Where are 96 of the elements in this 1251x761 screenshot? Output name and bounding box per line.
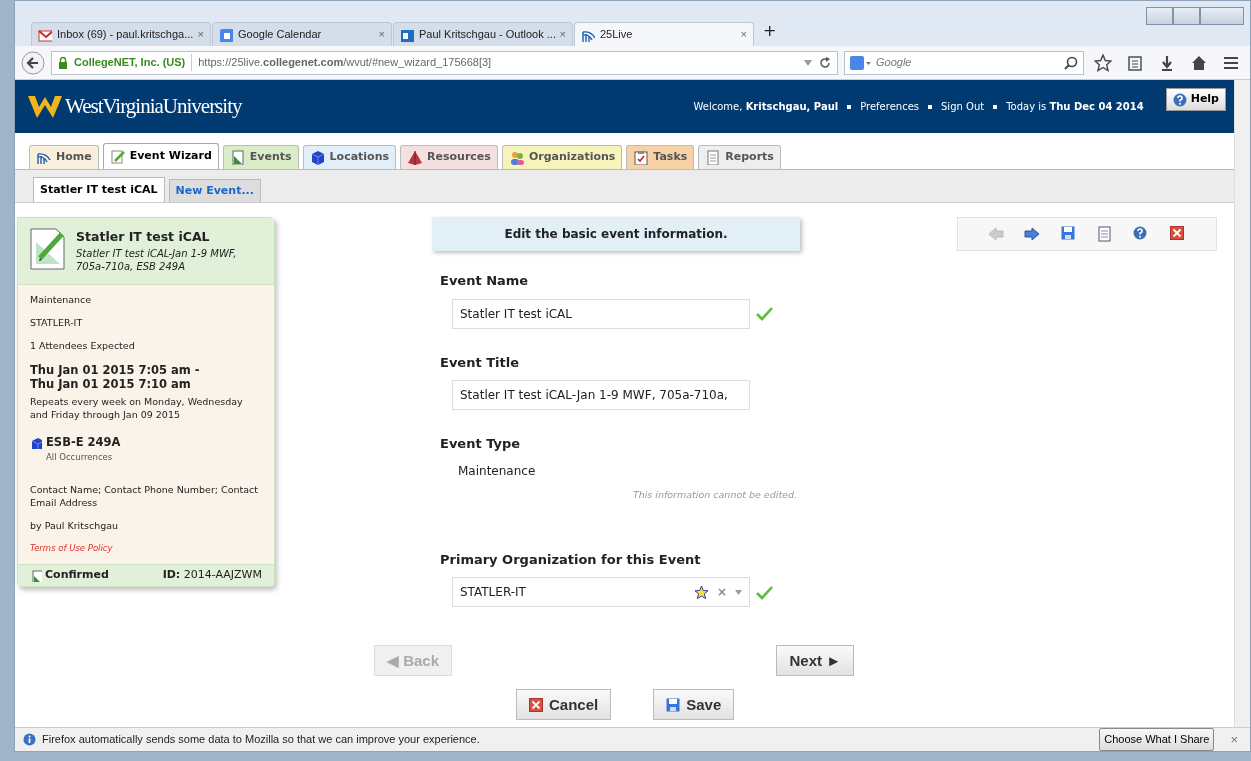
new-tab-button[interactable]: + (755, 19, 785, 46)
close-icon[interactable] (1169, 226, 1186, 242)
browser-tab[interactable]: Inbox (69) - paul.kritschga... × (31, 22, 211, 46)
event-id: ID: 2014-AAJZWM (162, 567, 262, 584)
module-tab[interactable]: Locations (302, 145, 397, 169)
repeat-text: Repeats every week on Monday, Wednesday and Friday through Jan 09 2015 (30, 396, 244, 422)
scrollbar[interactable] (1234, 80, 1250, 727)
module-tab[interactable]: Event Wizard (102, 143, 219, 169)
rays-icon (36, 150, 51, 165)
header-link[interactable]: Sign Out (941, 99, 985, 114)
help-button[interactable]: Help (1165, 88, 1226, 111)
read-only-note: This information cannot be edited. (631, 487, 797, 502)
star-icon[interactable] (1094, 53, 1112, 72)
field-label: Event Name (440, 272, 530, 290)
text-field[interactable]: Statler IT test iCAL (452, 298, 750, 329)
cube-icon (30, 436, 42, 449)
maximize-button[interactable] (1173, 7, 1200, 25)
mail-icon (38, 27, 52, 42)
clipboard-icon (633, 150, 649, 165)
url-text: https://25live.collegenet.com/wvut/#new_wizard_175668[3] (198, 55, 493, 71)
text-field[interactable]: Statler IT test iCAL-Jan 1-9 MWF, 705a-710a, (452, 380, 750, 410)
reading-list-icon[interactable] (1126, 53, 1144, 72)
date-time-text: Thu Jan 01 2015 7:05 am - (30, 362, 201, 378)
module-tab[interactable]: Home (29, 145, 99, 169)
caret-icon[interactable] (735, 589, 742, 595)
tab-close-button[interactable]: × (378, 26, 385, 43)
event-title: Statler IT test iCAL (76, 228, 211, 246)
report-icon (705, 150, 721, 165)
minimize-button[interactable] (1146, 7, 1173, 25)
tab-close-button[interactable]: × (740, 26, 747, 43)
organization-select[interactable]: STATLER-IT × (452, 577, 750, 608)
reload-icon[interactable] (819, 56, 831, 69)
event-tab[interactable]: New Event... (168, 179, 261, 202)
field-label: Event Type (440, 435, 522, 453)
nav-button[interactable]: Next ► (776, 645, 854, 677)
document-icon[interactable] (1097, 226, 1114, 242)
location-text: ESB-E 249A (46, 434, 121, 451)
browser-tab[interactable]: Paul Kritschgau - Outlook ... × (393, 22, 573, 46)
organization-text: STATLER-IT (30, 316, 84, 330)
field-label: Primary Organization for this Event (440, 550, 702, 569)
close-button[interactable]: × (1230, 729, 1238, 750)
page-icon (229, 150, 245, 165)
event-tab[interactable]: Statler IT test iCAL (33, 177, 165, 202)
arrow-right-icon[interactable] (1024, 226, 1041, 242)
info-icon (23, 733, 36, 746)
pencil-icon (109, 149, 125, 164)
logo-text: WestVirginiaUniversity (65, 92, 242, 120)
clear-button[interactable]: × (716, 583, 727, 602)
close-button[interactable] (1200, 7, 1244, 25)
site-identity: CollegeNET, Inc. (US) (74, 54, 193, 71)
cube-icon (309, 150, 325, 165)
field-label: Event Title (440, 353, 520, 372)
help-icon (1172, 92, 1187, 107)
status-text: Confirmed (45, 567, 109, 584)
tab-close-button[interactable]: × (559, 26, 566, 43)
module-tab[interactable]: Tasks (626, 145, 695, 169)
back-icon[interactable] (21, 50, 45, 75)
module-tab[interactable]: Organizations (501, 145, 623, 169)
field-value: Maintenance (458, 462, 537, 480)
tile-icon (400, 27, 414, 42)
location-note: All Occurrences (46, 451, 114, 464)
attendees-text: 1 Attendees Expected (30, 339, 136, 354)
home-icon[interactable] (1190, 53, 1208, 72)
lock-icon (58, 56, 68, 69)
save-button[interactable]: Save (653, 689, 735, 721)
event-subtitle: Statler IT test iCAL-Jan 1-9 MWF, 705a-710a, ESB 249A (76, 246, 238, 274)
close-icon (529, 697, 543, 712)
tab-close-button[interactable]: × (197, 26, 204, 43)
module-tab[interactable]: Resources (400, 145, 498, 169)
instruction-banner: Edit the basic event information. (432, 217, 800, 251)
module-tab[interactable]: Events (222, 145, 299, 169)
search-field[interactable]: Google (844, 50, 1084, 75)
browser-tab[interactable]: Google Calendar × (212, 22, 392, 46)
people-icon (508, 150, 524, 165)
search-engine-icon (850, 55, 872, 70)
notification-text: Firefox automatically sends some data to Mozilla so that we can improve your experience. (42, 732, 480, 748)
welcome-text: Welcome, Kritschgau, Paul (693, 100, 839, 114)
header-link[interactable]: Preferences (860, 99, 919, 114)
star-icon[interactable] (693, 584, 709, 600)
page-icon (30, 569, 42, 582)
author-text: by Paul Kritschgau (30, 518, 120, 533)
choose-share-button[interactable]: Choose What I Share (1099, 728, 1215, 751)
pyramid-icon (407, 150, 423, 165)
cancel-button[interactable]: Cancel (516, 689, 612, 721)
browser-tab[interactable]: 25Live × (574, 22, 754, 46)
date-time-text: Thu Jan 01 2015 7:10 am (30, 377, 192, 393)
tile-icon (219, 27, 233, 42)
event-type-text: Maintenance (30, 292, 93, 307)
module-tab[interactable]: Reports (698, 145, 781, 169)
address-bar[interactable]: CollegeNET, Inc. (US) https://25live.collegenet.com/wvut/#new_wizard_175668[3] (51, 50, 838, 75)
dropdown-icon[interactable] (803, 58, 813, 67)
today-text: Today is Thu Dec 04 2014 (1006, 100, 1144, 114)
search-icon[interactable] (1064, 55, 1078, 70)
contact-text: Contact Name; Contact Phone Number; Contact Email Address (30, 484, 259, 510)
document-pencil-icon (30, 228, 66, 270)
terms-link[interactable]: Terms of Use Policy (30, 541, 262, 555)
